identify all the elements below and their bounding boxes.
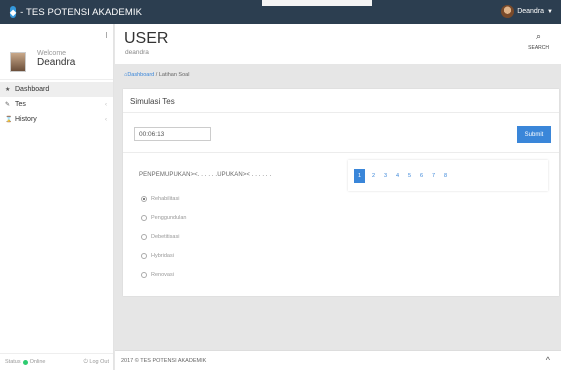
search-button[interactable]: ⌕ SEARCH [528,31,549,51]
answer-option[interactable]: Penggundulan [141,208,186,227]
user-avatar-icon [501,5,515,18]
answer-option[interactable]: Rehabilitasi [141,189,186,208]
logout-label: Log Out [89,358,109,365]
status-value: Online [29,359,46,365]
answer-option[interactable]: Renovasi [141,265,186,284]
page-subtitle: deandra [125,49,149,56]
submit-button[interactable]: Submit [517,126,551,143]
page-number-6[interactable]: 6 [416,169,427,183]
chevron-left-icon: ‹ [105,101,107,108]
app-title: - TES POTENSI AKADEMIK [20,6,143,18]
page-number-8[interactable]: 8 [440,169,451,183]
sidebar-footer: Status Online ⏻ Log Out [0,353,113,370]
option-label: Renovasi [151,271,174,278]
user-menu[interactable]: Deandra ▼ [501,5,553,18]
chevron-left-icon: ‹ [105,116,107,123]
chevron-down-icon: ▼ [547,8,553,15]
breadcrumb: ⌂Dashboard / Latihan Soal [124,72,189,78]
page-title: USER [124,30,169,47]
sidebar: Welcome Deandra ★ Dashboard ✎ Tes ‹ ⌛ Hi… [0,24,114,370]
radio-checked-icon[interactable] [141,195,147,202]
radio-icon[interactable] [141,252,147,259]
page-header: USER deandra ⌕ SEARCH [115,24,561,64]
logout-link[interactable]: ⏻ Log Out [84,359,109,366]
question-text: PENPEMUPUKAN><. . . . . .UPUKAN>< . . . … [139,172,272,178]
option-label: Debetitisasi [151,233,180,240]
online-status-icon [22,359,28,365]
pencil-icon: ✎ [5,102,11,108]
page-number-5[interactable]: 5 [404,169,415,183]
user-menu-name: Deandra [517,8,545,15]
app-logo-icon: ◆ [10,6,17,18]
page-number-4[interactable]: 4 [392,169,403,183]
hourglass-icon: ⌛ [5,117,13,123]
test-card: Simulasi Tes Submit PENPEMUPUKAN><. . . … [123,89,559,296]
profile-welcome: Welcome [37,50,67,57]
timer-field[interactable] [134,127,211,141]
profile-name: Deandra [37,57,76,68]
answer-option[interactable]: Debetitisasi [141,227,186,246]
breadcrumb-current: Latihan Soal [158,72,190,78]
breadcrumb-home-link[interactable]: ⌂Dashboard [124,72,154,78]
radio-icon[interactable] [141,233,147,240]
sidebar-item-history[interactable]: ⌛ History ‹ [0,112,113,127]
radio-icon[interactable] [141,214,147,221]
sidebar-item-tes[interactable]: ✎ Tes ‹ [0,97,113,112]
question-pager: 1 2 3 4 5 6 7 8 [348,160,548,191]
sidebar-item-label: Dashboard [15,86,50,93]
card-title: Simulasi Tes [130,97,175,106]
radio-icon[interactable] [141,271,147,278]
answer-options: Rehabilitasi Penggundulan Debetitisasi H… [141,189,186,284]
status-label: Status [5,359,21,365]
divider [123,152,559,153]
page-footer: 2017 © TES POTENSI AKADEMIK ^ [115,350,561,370]
divider [123,112,559,113]
sidebar-profile: Welcome Deandra [0,24,113,80]
option-label: Hybridasi [151,252,174,259]
search-label: SEARCH [528,45,549,51]
scroll-top-icon[interactable]: ^ [546,355,550,365]
sidebar-nav: ★ Dashboard ✎ Tes ‹ ⌛ History ‹ [0,82,113,127]
avatar [10,52,26,72]
top-navbar: ◆ - TES POTENSI AKADEMIK Deandra ▼ [0,0,561,24]
page-number-2[interactable]: 2 [368,169,379,183]
answer-option[interactable]: Hybridasi [141,246,186,265]
page-number-7[interactable]: 7 [428,169,439,183]
top-search-strip [262,0,372,6]
sidebar-item-label: Tes [15,101,26,108]
search-icon: ⌕ [536,31,542,41]
option-label: Rehabilitasi [151,195,180,202]
page-number-1[interactable]: 1 [354,168,365,183]
sidebar-item-dashboard[interactable]: ★ Dashboard [0,82,113,97]
brand[interactable]: ◆ - TES POTENSI AKADEMIK [0,0,142,24]
footer-copyright: 2017 © TES POTENSI AKADEMIK [121,358,207,364]
sidebar-item-label: History [15,116,37,123]
sidebar-toggle-icon[interactable] [106,32,107,38]
page-number-3[interactable]: 3 [380,169,391,183]
breadcrumb-home-label: Dashboard [127,72,155,78]
star-icon: ★ [5,87,11,93]
option-label: Penggundulan [151,214,187,221]
